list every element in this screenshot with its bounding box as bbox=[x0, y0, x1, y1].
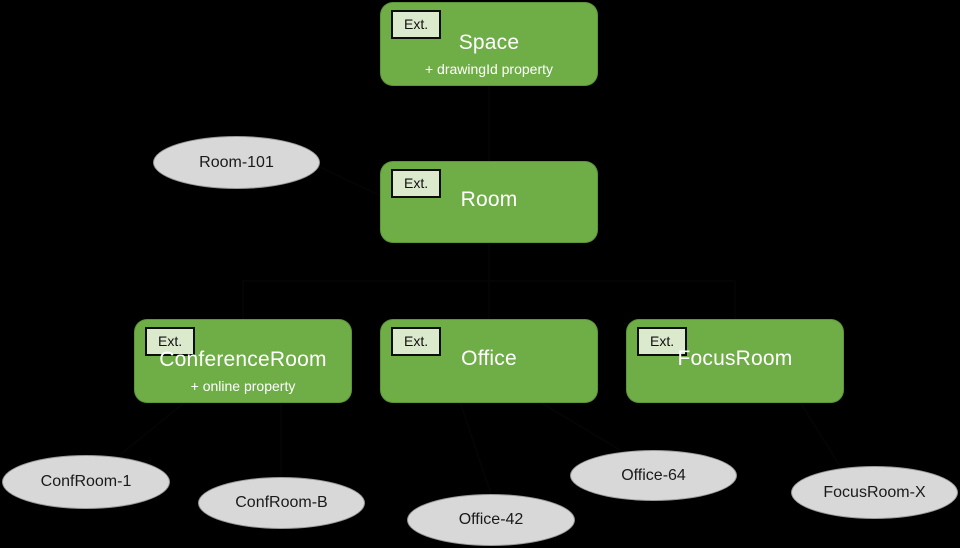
class-box-focusroom[interactable]: Ext. FocusRoom bbox=[627, 320, 843, 402]
class-name-label: ConferenceRoom bbox=[159, 348, 327, 371]
class-box-conferenceroom[interactable]: Ext. ConferenceRoom + online property bbox=[135, 320, 351, 402]
connector-confroom1-conferenceroom bbox=[119, 401, 186, 456]
instance-label: Office-42 bbox=[458, 511, 524, 528]
class-box-space[interactable]: Ext. Space + drawingId property bbox=[381, 3, 597, 85]
instance-label: ConfRoom-B bbox=[235, 494, 328, 511]
class-name-label: Office bbox=[461, 347, 517, 370]
connector-office42-office bbox=[459, 401, 492, 495]
class-name-label: Room bbox=[460, 188, 518, 211]
connector-focusroom-room bbox=[488, 242, 736, 320]
instance-label: Office-64 bbox=[621, 466, 686, 484]
connector-conferenceroom-room bbox=[242, 242, 490, 320]
instance-label: ConfRoom-1 bbox=[40, 473, 132, 490]
instance-office-42[interactable]: Office-42 bbox=[407, 494, 575, 546]
connector-office64-office bbox=[539, 401, 621, 451]
class-box-office[interactable]: Ext. Office bbox=[381, 320, 597, 402]
class-name-label: Space bbox=[458, 31, 520, 54]
instance-label: FocusRoom-X bbox=[823, 483, 926, 501]
class-box-room[interactable]: Ext. Room bbox=[381, 162, 597, 242]
class-property-label: + online property bbox=[190, 378, 296, 394]
instance-confroom-1[interactable]: ConfRoom-1 bbox=[2, 455, 170, 509]
instance-room-101[interactable]: Room-101 bbox=[153, 136, 320, 189]
connector-focusroomx-focusroom bbox=[799, 401, 841, 467]
class-property-label: + drawingId property bbox=[424, 61, 554, 77]
instance-label: Room-101 bbox=[199, 153, 274, 171]
instance-confroom-b[interactable]: ConfRoom-B bbox=[198, 477, 365, 529]
class-name-label: FocusRoom bbox=[677, 347, 793, 370]
instance-office-64[interactable]: Office-64 bbox=[570, 450, 737, 501]
diagram-canvas: Ext. Space + drawingId property Ext. Roo… bbox=[0, 0, 960, 548]
connector-room101-room bbox=[319, 166, 382, 197]
instance-focusroom-x[interactable]: FocusRoom-X bbox=[791, 466, 958, 519]
